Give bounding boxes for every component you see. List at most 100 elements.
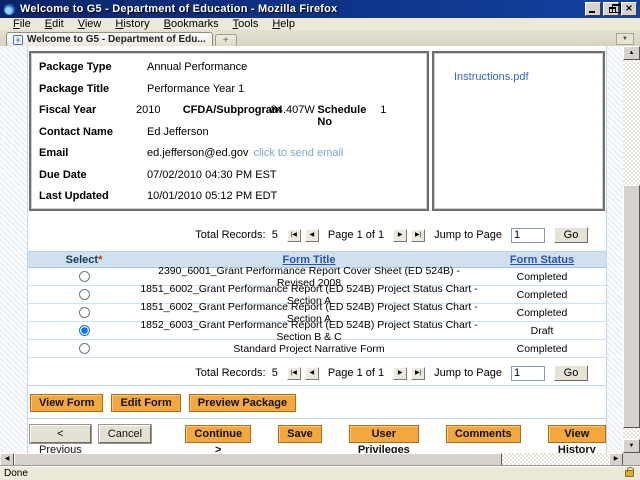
table-row: Standard Project Narrative Form Complete…	[28, 340, 606, 358]
cfda-label: CFDA/Subprogram	[183, 104, 271, 116]
minimize-icon	[589, 11, 595, 13]
form-title-cell: 1852_6003_Grant Performance Report (ED 5…	[140, 319, 478, 343]
vertical-scroll-track[interactable]	[623, 60, 640, 439]
status-text: Done	[4, 468, 625, 479]
form-select-radio[interactable]	[79, 343, 90, 354]
menu-edit[interactable]: Edit	[38, 18, 71, 30]
close-icon: ×	[625, 4, 633, 14]
cancel-button[interactable]: Cancel	[99, 425, 151, 443]
required-asterisk: *	[98, 254, 102, 266]
minimize-button[interactable]	[585, 2, 601, 16]
tab-favicon-icon: ✳	[13, 35, 23, 45]
first-page-button[interactable]: |◀	[287, 229, 301, 242]
scroll-left-icon[interactable]: ◀	[0, 453, 14, 466]
form-select-radio[interactable]	[79, 271, 90, 282]
close-button[interactable]: ×	[621, 2, 637, 16]
form-select-radio[interactable]	[79, 307, 90, 318]
package-title-label: Package Title	[39, 83, 147, 95]
comments-button[interactable]: Comments	[446, 425, 521, 443]
schedule-no-value: 1	[380, 104, 427, 116]
form-status-cell: Completed	[478, 343, 606, 355]
jump-to-page-input[interactable]	[511, 228, 545, 243]
total-records-label: Total Records: 5	[195, 367, 278, 379]
view-form-button[interactable]: View Form	[30, 394, 103, 412]
page-content: Package Type Annual Performance Package …	[28, 46, 606, 453]
menu-bookmarks[interactable]: Bookmarks	[157, 18, 226, 30]
scroll-down-icon[interactable]: ▼	[623, 439, 640, 453]
menu-file[interactable]: File	[6, 18, 38, 30]
menu-tools[interactable]: Tools	[226, 18, 266, 30]
jump-to-page-label: Jump to Page	[434, 367, 502, 379]
horizontal-scroll-thumb[interactable]	[14, 453, 502, 466]
send-email-link[interactable]: click to send email	[253, 147, 343, 159]
horizontal-scroll-track[interactable]	[502, 453, 609, 466]
form-status-sort-link[interactable]: Form Status	[510, 254, 574, 266]
go-button[interactable]: Go	[554, 227, 588, 243]
last-page-button[interactable]: ▶|	[411, 229, 425, 242]
user-privileges-button[interactable]: User Privileges	[349, 425, 419, 443]
continue-button[interactable]: Continue >	[185, 425, 251, 443]
save-button[interactable]: Save	[278, 425, 322, 443]
page-indicator: Page 1 of 1	[328, 367, 384, 379]
schedule-no-label: Schedule No	[317, 104, 380, 128]
pagination-bottom: Total Records: 5 |◀ ◀ Page 1 of 1 ▶ ▶| J…	[28, 365, 606, 381]
instructions-panel: Instructions.pdf	[432, 51, 605, 211]
first-page-button[interactable]: |◀	[287, 367, 301, 380]
new-tab-button[interactable]: +	[215, 34, 237, 46]
pagination-top: Total Records: 5 |◀ ◀ Page 1 of 1 ▶ ▶| J…	[28, 227, 606, 243]
form-actions-row: View Form Edit Form Preview Package	[28, 393, 606, 413]
last-updated-value: 10/01/2010 05:12 PM EDT	[147, 190, 277, 202]
package-title-value: Performance Year 1	[147, 83, 244, 95]
section-divider	[28, 418, 606, 419]
previous-button[interactable]: < Previous	[30, 425, 91, 443]
form-select-radio[interactable]	[79, 325, 90, 336]
package-details-panel: Package Type Annual Performance Package …	[29, 51, 429, 211]
page-viewport: Package Type Annual Performance Package …	[0, 46, 640, 453]
go-button[interactable]: Go	[554, 365, 588, 381]
edit-form-button[interactable]: Edit Form	[111, 394, 180, 412]
active-tab[interactable]: ✳ Welcome to G5 - Department of Edu...	[6, 32, 213, 46]
scroll-up-icon[interactable]: ▲	[623, 46, 640, 60]
form-status-cell: Draft	[478, 325, 606, 337]
instructions-pdf-link[interactable]: Instructions.pdf	[454, 71, 529, 83]
scroll-right-icon[interactable]: ▶	[609, 453, 623, 466]
navigation-buttons-row: < Previous Cancel Continue > Save User P…	[28, 424, 606, 444]
tab-bar: ✳ Welcome to G5 - Department of Edu... +…	[0, 31, 640, 46]
prev-page-button[interactable]: ◀	[305, 229, 319, 242]
restore-button[interactable]	[603, 2, 619, 16]
list-all-tabs-button[interactable]: ▼	[616, 33, 634, 45]
form-select-radio[interactable]	[79, 289, 90, 300]
form-status-cell: Completed	[478, 271, 606, 283]
menu-history[interactable]: History	[108, 18, 156, 30]
contact-name-value: Ed Jefferson	[147, 126, 209, 138]
jump-to-page-input[interactable]	[511, 366, 545, 381]
preview-package-button[interactable]: Preview Package	[189, 394, 296, 412]
prev-page-button[interactable]: ◀	[305, 367, 319, 380]
scrollbar-corner	[623, 453, 640, 466]
window-title: Welcome to G5 - Department of Education …	[20, 3, 585, 15]
next-page-button[interactable]: ▶	[393, 229, 407, 242]
next-page-button[interactable]: ▶	[393, 367, 407, 380]
form-status-cell: Completed	[478, 307, 606, 319]
menu-help[interactable]: Help	[265, 18, 302, 30]
last-page-button[interactable]: ▶|	[411, 367, 425, 380]
form-title-cell: Standard Project Narrative Form	[140, 343, 478, 355]
view-history-button[interactable]: View History	[548, 425, 606, 443]
restore-icon	[609, 7, 616, 13]
browser-window: Welcome to G5 - Department of Education …	[0, 0, 640, 480]
menu-view[interactable]: View	[71, 18, 109, 30]
vertical-scrollbar[interactable]: ▲ ▼	[623, 46, 640, 453]
page-left-margin	[0, 46, 28, 453]
page-indicator: Page 1 of 1	[328, 229, 384, 241]
forms-table: Select* Form Title Form Status 2390_6001…	[28, 251, 606, 358]
vertical-scroll-thumb[interactable]	[623, 185, 640, 428]
firefox-icon	[3, 3, 16, 16]
total-records-label: Total Records: 5	[195, 229, 278, 241]
horizontal-scrollbar[interactable]: ◀ ▶	[0, 453, 640, 466]
tab-label: Welcome to G5 - Department of Edu...	[27, 34, 206, 45]
package-type-value: Annual Performance	[147, 61, 247, 73]
menu-bar: File Edit View History Bookmarks Tools H…	[0, 18, 640, 31]
email-label: Email	[39, 147, 147, 159]
section-divider	[28, 385, 606, 386]
select-column-header: Select*	[28, 254, 140, 266]
